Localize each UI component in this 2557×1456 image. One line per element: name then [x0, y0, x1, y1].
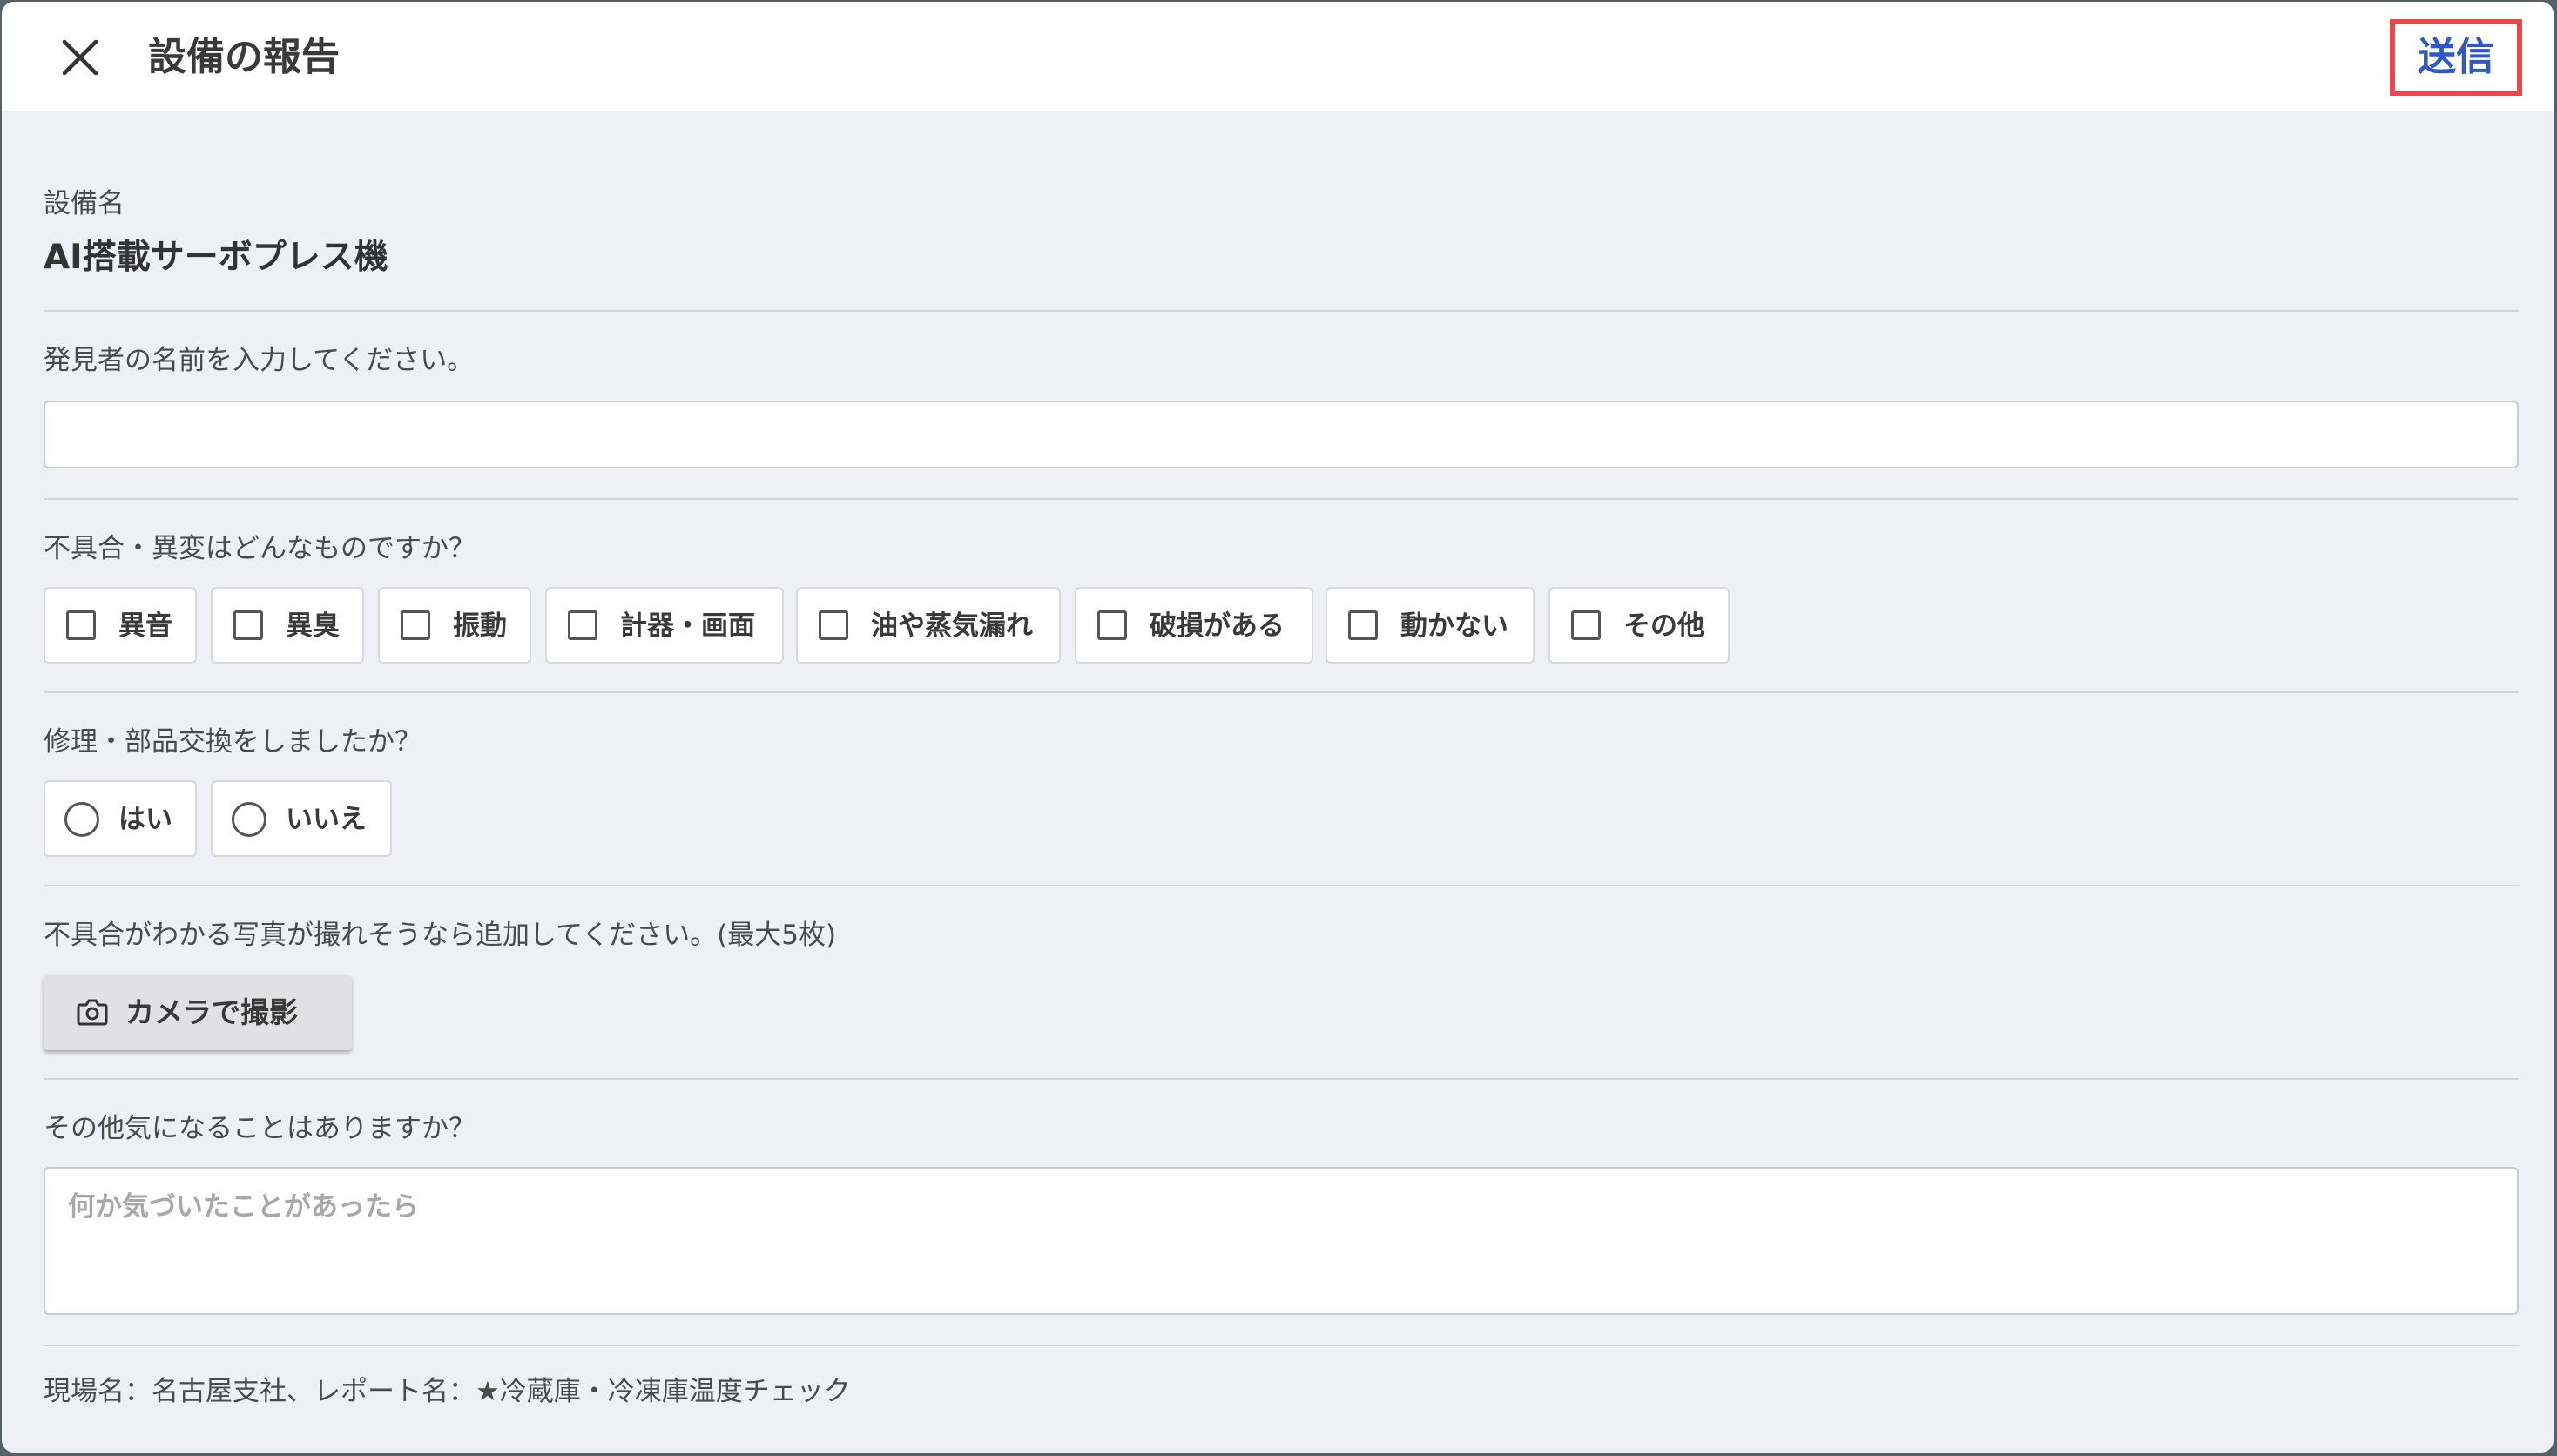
divider: [44, 310, 2519, 312]
notes-label: その他気になることはありますか？: [44, 1113, 476, 1144]
camera-button[interactable]: カメラで撮影: [44, 975, 352, 1050]
issues-label: 不具合・異変はどんなものですか？: [44, 533, 476, 564]
report-dialog: 設備の報告 送信 設備名 AI搭載サーボプレス機 発見者の名前を入力してください…: [2, 2, 2554, 1453]
repair-radio-no[interactable]: いいえ: [211, 780, 392, 857]
issue-checkbox-abnormal-odor[interactable]: 異臭: [211, 587, 364, 664]
checkbox-label: 破損がある: [1150, 610, 1285, 642]
radio-icon: [64, 802, 99, 837]
divider: [44, 1345, 2519, 1346]
checkbox-icon: [568, 610, 597, 640]
radio-label: いいえ: [286, 804, 367, 835]
checkbox-icon: [819, 610, 848, 640]
radio-label: はい: [118, 804, 172, 835]
dialog-header: 設備の報告 送信: [2, 2, 2554, 111]
page-title: 設備の報告: [148, 35, 340, 79]
camera-button-label: カメラで撮影: [125, 995, 298, 1029]
checkbox-label: その他: [1623, 610, 1704, 642]
checkbox-icon: [1097, 610, 1127, 640]
repair-label: 修理・部品交換をしましたか？: [44, 726, 422, 758]
close-button[interactable]: [57, 35, 103, 80]
issue-checkbox-oil-steam-leak[interactable]: 油や蒸気漏れ: [796, 587, 1061, 664]
issue-checkbox-other[interactable]: その他: [1548, 587, 1730, 664]
issue-checkbox-not-moving[interactable]: 動かない: [1326, 587, 1535, 664]
issue-checkbox-vibration[interactable]: 振動: [378, 587, 531, 664]
issue-checkbox-abnormal-sound[interactable]: 異音: [44, 587, 197, 664]
checkbox-icon: [1348, 610, 1378, 640]
issue-checkbox-gauge-screen[interactable]: 計器・画面: [545, 587, 784, 664]
checkbox-label: 動かない: [1400, 610, 1508, 642]
close-icon: [62, 39, 98, 76]
checkbox-icon: [233, 610, 263, 640]
checkbox-label: 計器・画面: [620, 610, 755, 642]
discoverer-name-input[interactable]: [44, 401, 2519, 468]
checkbox-label: 振動: [453, 610, 507, 642]
checkbox-icon: [1571, 610, 1601, 640]
camera-icon: [75, 994, 110, 1029]
divider: [44, 691, 2519, 693]
equipment-name-label: 設備名: [44, 188, 125, 219]
checkbox-label: 異臭: [286, 610, 340, 642]
send-button[interactable]: 送信: [2390, 19, 2522, 96]
divider: [44, 1078, 2519, 1080]
checkbox-label: 異音: [118, 610, 172, 642]
notes-textarea[interactable]: [44, 1167, 2519, 1315]
equipment-name-value: AI搭載サーボプレス機: [44, 238, 388, 277]
checkbox-icon: [401, 610, 430, 640]
issue-checkbox-damage[interactable]: 破損がある: [1075, 587, 1313, 664]
radio-icon: [232, 802, 266, 837]
site-report-info: 現場名：名古屋支社、レポート名：★冷蔵庫・冷凍庫温度チェック: [44, 1376, 851, 1407]
repair-radio-yes[interactable]: はい: [44, 780, 197, 857]
divider: [44, 885, 2519, 886]
checkbox-icon: [66, 610, 96, 640]
checkbox-label: 油や蒸気漏れ: [871, 610, 1033, 642]
divider: [44, 498, 2519, 500]
discoverer-label: 発見者の名前を入力してください。: [44, 345, 475, 376]
photos-label: 不具合がわかる写真が撮れそうなら追加してください。(最大5枚): [44, 920, 837, 951]
